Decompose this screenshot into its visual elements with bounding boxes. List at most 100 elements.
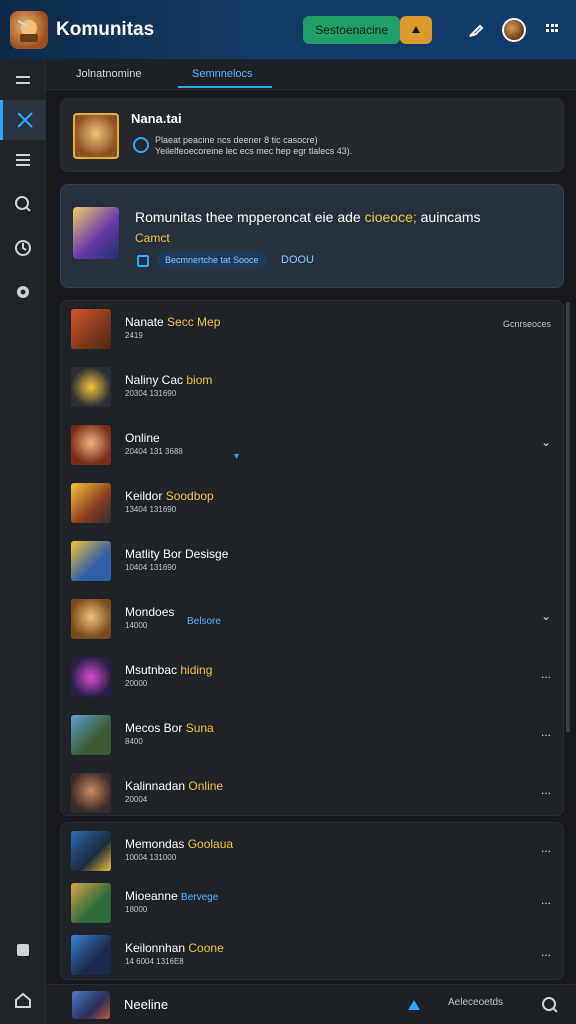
header-bar: Komunitas Sestoenacine	[0, 0, 576, 60]
list-item-title: Msutnbac hiding	[125, 663, 213, 677]
list-icon	[16, 154, 30, 166]
feature-title-prefix: Romunitas thee mpperoncat eie ade	[135, 209, 365, 225]
list-item-title: Mioeanne Bervege	[125, 889, 219, 903]
list-item[interactable]: Mecos Bor Suna 8400 ...	[61, 707, 565, 763]
feature-chip[interactable]: Becmnertche tat Sooce	[157, 251, 267, 269]
feature-code: DOOU	[281, 254, 314, 266]
list-item-title: Memondas Goolaua	[125, 837, 234, 851]
feature-title-suffix: auincams	[416, 209, 481, 225]
expand-chevron[interactable]: ⌄	[541, 435, 551, 449]
clock-icon	[15, 240, 31, 256]
list-item-subtitle: 2419	[125, 331, 143, 340]
list-item-subtitle: 14000	[125, 621, 148, 630]
bottom-bar: Neeline Aeleceoetds	[46, 984, 576, 1024]
profile-line-2: Yeilelfeoecoreine lec ecs mec hep egr tl…	[155, 146, 353, 156]
list-item-thumbnail	[71, 309, 111, 349]
avatar	[502, 17, 526, 42]
list-item[interactable]: Nanate Secc Mep 2419 Gcnrseoces	[61, 301, 565, 357]
list-item-title: Keildor Soodbop	[125, 489, 214, 503]
list-item-subtitle: 20004	[125, 795, 148, 804]
sidebar-item-settings[interactable]	[0, 272, 46, 312]
list-item-thumbnail	[71, 831, 111, 871]
crossed-swords-icon	[16, 112, 33, 128]
list-item[interactable]: Keilonnhan Coone 14 6004 1316E8 ...	[61, 927, 565, 983]
sidebar-item-history[interactable]	[0, 228, 46, 268]
sidebar-item-list[interactable]	[0, 140, 46, 180]
user-avatar-button[interactable]	[500, 16, 528, 44]
menu-icon	[16, 76, 30, 84]
list-item-title: Nanate Secc Mep	[125, 315, 221, 329]
list-item[interactable]: Naliny Cac biom 20304 131690	[61, 359, 565, 415]
tab-bar: Jolnatnomine Semnnelocs	[46, 60, 576, 90]
list-item[interactable]: Keildor Soodbop 13404 131690	[61, 475, 565, 531]
sidebar-item-plugins[interactable]	[0, 930, 46, 970]
list-item-thumbnail	[71, 541, 111, 581]
list-item-subtitle: 13404 131690	[125, 505, 177, 514]
share-icon[interactable]	[404, 995, 424, 1015]
feature-title: Romunitas thee mpperoncat eie ade cioeoc…	[135, 209, 481, 225]
list-item[interactable]: Mondoes 14000 Belsore ⌄	[61, 591, 565, 647]
list-item-subtitle: 8400	[125, 737, 143, 746]
list-item-title: Online	[125, 431, 160, 445]
list-item[interactable]: Mioeanne Bervege 18000 ...	[61, 875, 565, 931]
more-options-icon[interactable]: ...	[541, 841, 551, 855]
list-item-subtitle: 20000	[125, 679, 148, 688]
profile-avatar	[73, 113, 119, 159]
list-item-subtitle: 10004 131000	[125, 853, 177, 862]
list-item-thumbnail	[71, 483, 111, 523]
search-icon[interactable]	[540, 995, 560, 1015]
profile-description: Plaeat peacine ncs deener 8 tic casocre)…	[155, 135, 352, 157]
app-window: Komunitas Sestoenacine Jolnatnomine Semn…	[0, 0, 576, 1024]
list-item-title: Keilonnhan Coone	[125, 941, 224, 955]
feature-title-highlight: cioeoce;	[364, 209, 417, 225]
list-item-title: Naliny Cac biom	[125, 373, 213, 387]
list-item[interactable]: Memondas Goolaua 10004 131000 ...	[61, 823, 565, 879]
scrollbar[interactable]	[566, 302, 570, 732]
more-options-icon[interactable]: ...	[541, 667, 551, 681]
more-options-icon[interactable]: ...	[541, 945, 551, 959]
profile-card[interactable]: Nana.tai Plaeat peacine ncs deener 8 tic…	[60, 98, 564, 172]
apps-button[interactable]	[538, 16, 566, 44]
list-item-thumbnail	[71, 425, 111, 465]
sidebar	[0, 60, 46, 1024]
list-item-title: Kalinnadan Online	[125, 779, 224, 793]
list-item[interactable]: Online 20404 131 3688 ▾ ⌄	[61, 417, 565, 473]
list-item-title: Mondoes	[125, 605, 175, 619]
pin-button[interactable]	[400, 15, 432, 44]
puzzle-icon	[17, 944, 29, 956]
sidebar-item-home[interactable]	[0, 980, 46, 1020]
expand-chevron[interactable]: ⌄	[541, 609, 551, 623]
more-options-icon[interactable]: ...	[541, 783, 551, 797]
list-item-subtitle: 14 6004 1316E8	[125, 957, 184, 966]
list-item[interactable]: Kalinnadan Online 20004 ...	[61, 765, 565, 821]
home-icon	[15, 992, 31, 1008]
feature-subtitle: Camct	[135, 231, 170, 245]
member-list-secondary: Memondas Goolaua 10004 131000 ... Mioean…	[60, 822, 564, 980]
sidebar-menu[interactable]	[0, 60, 46, 100]
list-item-title: Matlity Bor Desisge	[125, 547, 229, 561]
grid-icon	[546, 23, 558, 32]
profile-name: Nana.tai	[131, 111, 182, 126]
more-options-icon[interactable]: ...	[541, 893, 551, 907]
list-item-thumbnail	[71, 715, 111, 755]
list-item-subtitle: 20304 131690	[125, 389, 177, 398]
list-item-subtitle: 20404 131 3688	[125, 447, 183, 456]
tab-overview[interactable]: Jolnatnomine	[76, 68, 141, 80]
search-icon	[15, 196, 31, 212]
more-options-icon[interactable]: ...	[541, 725, 551, 739]
pin-icon	[412, 25, 420, 33]
feature-checkbox[interactable]	[137, 255, 149, 267]
list-item-thumbnail	[71, 657, 111, 697]
sidebar-item-community[interactable]	[0, 100, 46, 140]
tab-members[interactable]: Semnnelocs	[192, 68, 253, 80]
brush-button[interactable]	[462, 16, 490, 44]
dropdown-marker: ▾	[234, 451, 240, 462]
feature-card[interactable]: Romunitas thee mpperoncat eie ade cioeoc…	[60, 184, 564, 288]
primary-action-button[interactable]: Sestoenacine	[303, 15, 400, 44]
sidebar-item-search[interactable]	[0, 184, 46, 224]
list-item[interactable]: Msutnbac hiding 20000 ...	[61, 649, 565, 705]
list-item[interactable]: Matlity Bor Desisge 10404 131690	[61, 533, 565, 589]
app-logo	[10, 10, 48, 49]
list-item-thumbnail	[71, 883, 111, 923]
app-title: Komunitas	[56, 18, 155, 40]
